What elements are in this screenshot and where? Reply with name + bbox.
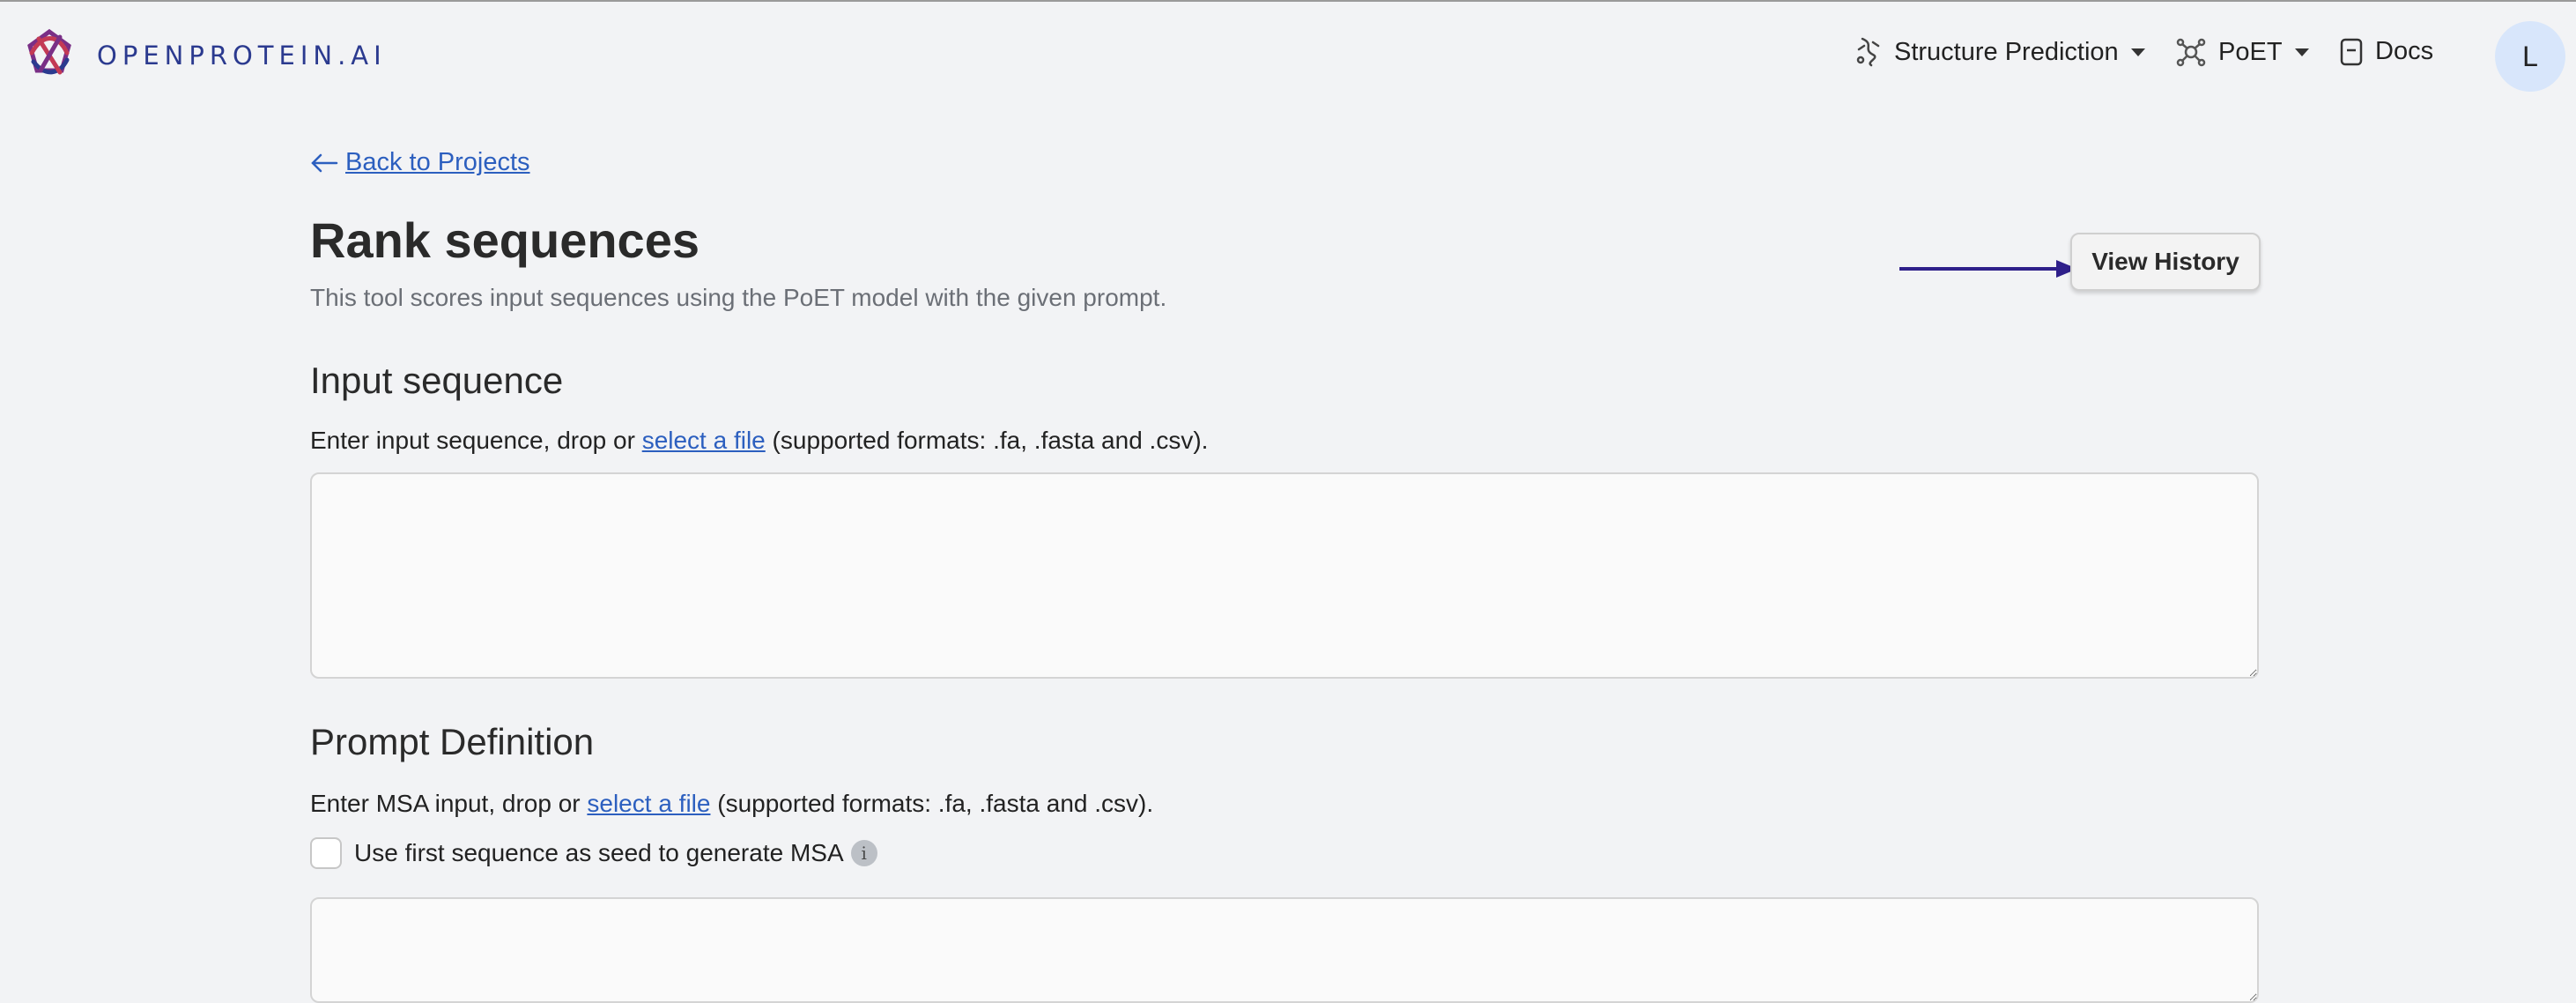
- input-select-file-link[interactable]: select a file: [642, 427, 766, 454]
- prompt-definition-help: Enter MSA input, drop or select a file (…: [310, 790, 1153, 818]
- openprotein-logo-icon[interactable]: [21, 26, 78, 83]
- seed-msa-label[interactable]: Use first sequence as seed to generate M…: [354, 839, 844, 867]
- top-navbar: OPENPROTEIN.AI Structure Prediction PoET: [0, 2, 2576, 108]
- prompt-definition-heading: Prompt Definition: [310, 721, 595, 762]
- nav-docs-label: Docs: [2375, 37, 2434, 65]
- arrow-left-icon: [311, 153, 338, 172]
- back-to-projects-label: Back to Projects: [345, 148, 530, 176]
- page-title: Rank sequences: [310, 212, 700, 268]
- info-icon[interactable]: i: [850, 840, 877, 866]
- docs-icon: [2340, 38, 2363, 65]
- view-history-button[interactable]: View History: [2070, 233, 2261, 291]
- input-help-suffix: (supported formats: .fa, .fasta and .csv…: [765, 427, 1209, 454]
- poet-molecule-icon: [2176, 38, 2206, 67]
- msa-input-textarea[interactable]: [310, 897, 2259, 1003]
- prompt-select-file-link[interactable]: select a file: [587, 790, 710, 817]
- nav-poet-label: PoET: [2218, 37, 2283, 66]
- input-help-prefix: Enter input sequence, drop or: [310, 427, 642, 454]
- structure-prediction-icon: [1856, 37, 1880, 67]
- nav-docs[interactable]: Docs: [2340, 37, 2433, 66]
- back-to-projects-link[interactable]: Back to Projects: [310, 148, 530, 177]
- input-sequence-help: Enter input sequence, drop or select a f…: [310, 427, 1208, 455]
- prompt-help-suffix: (supported formats: .fa, .fasta and .csv…: [710, 790, 1154, 817]
- seed-msa-option: Use first sequence as seed to generate M…: [310, 837, 877, 869]
- nav-structure-prediction[interactable]: Structure Prediction: [1855, 37, 2145, 67]
- brand-name[interactable]: OPENPROTEIN.AI: [97, 41, 387, 71]
- chevron-down-icon: [2130, 48, 2145, 56]
- nav-structure-prediction-label: Structure Prediction: [1894, 37, 2119, 66]
- chevron-down-icon: [2294, 48, 2309, 56]
- nav-poet[interactable]: PoET: [2176, 37, 2309, 67]
- input-sequence-textarea[interactable]: [310, 472, 2259, 679]
- page-subtitle: This tool scores input sequences using t…: [310, 284, 1167, 311]
- annotation-arrow-icon: [1899, 260, 2077, 278]
- user-avatar[interactable]: L: [2495, 21, 2565, 92]
- seed-msa-checkbox[interactable]: [310, 837, 342, 869]
- input-sequence-heading: Input sequence: [310, 360, 564, 401]
- prompt-help-prefix: Enter MSA input, drop or: [310, 790, 588, 817]
